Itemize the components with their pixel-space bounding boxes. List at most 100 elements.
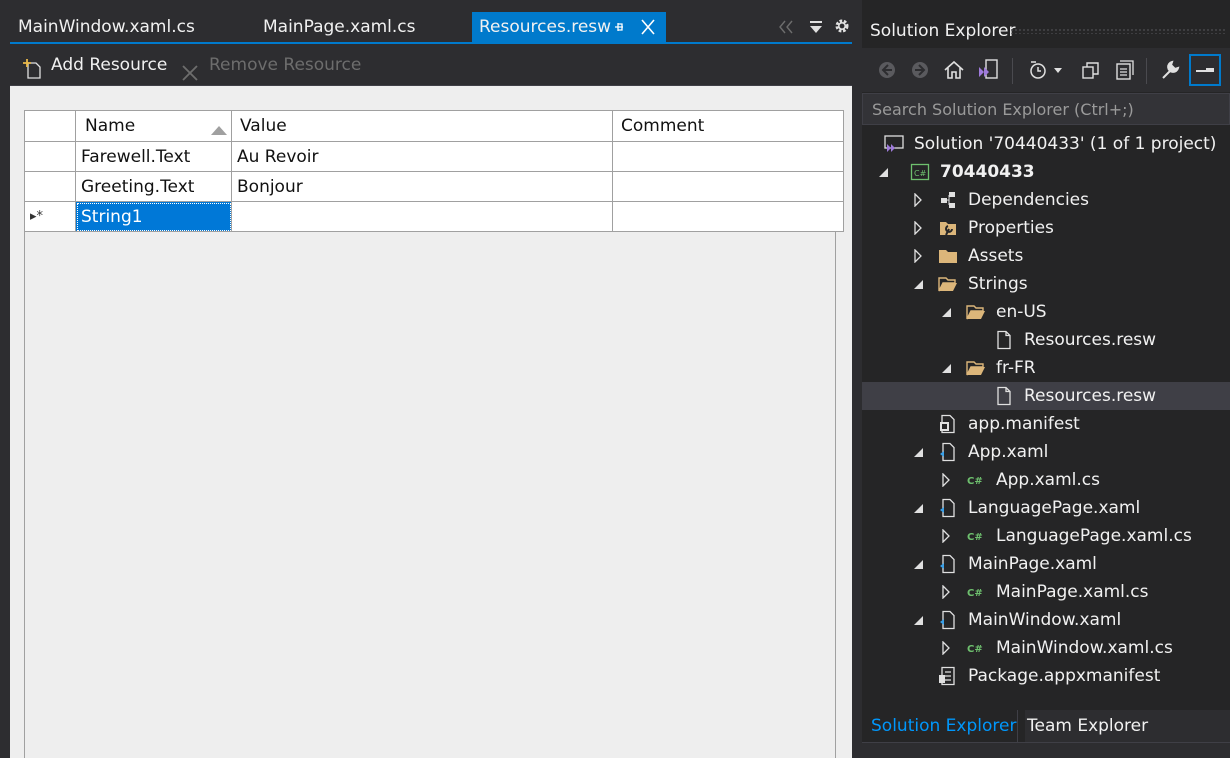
sort-ascending-icon: [211, 120, 227, 140]
folder-open-icon: [938, 274, 958, 294]
tree-item[interactable]: Resources.resw: [862, 326, 1230, 354]
tree-item-label: Package.appxmanifest: [968, 666, 1161, 686]
table-row-new[interactable]: ▸* String1: [24, 201, 844, 232]
switch-views-icon[interactable]: [974, 56, 1002, 84]
wrench-properties-icon[interactable]: [1156, 56, 1184, 84]
svg-text:C#: C#: [967, 588, 983, 599]
expanded-arrow-icon[interactable]: [911, 270, 925, 298]
expanded-arrow-icon[interactable]: [911, 438, 925, 466]
tree-item[interactable]: Assets: [862, 242, 1230, 270]
comment-cell[interactable]: [612, 201, 844, 232]
tab-solution-explorer[interactable]: Solution Explorer: [862, 710, 1026, 742]
tree-item[interactable]: App.xaml: [862, 438, 1230, 466]
tree-item-label: 70440433: [940, 162, 1035, 182]
package-manifest-icon: [938, 666, 958, 686]
tree-item[interactable]: LanguagePage.xaml: [862, 494, 1230, 522]
csharp-file-icon: C#: [966, 526, 986, 546]
tree-item[interactable]: app.manifest: [862, 410, 1230, 438]
row-header[interactable]: [24, 171, 76, 202]
solution-explorer-title: Solution Explorer: [870, 21, 1016, 41]
table-row[interactable]: Farewell.Text Au Revoir: [24, 141, 844, 172]
title-grip[interactable]: [1010, 28, 1226, 34]
tree-item-label: Assets: [968, 246, 1024, 266]
back-icon[interactable]: [873, 56, 901, 84]
tree-item-label: app.manifest: [968, 414, 1080, 434]
collapsed-arrow-icon[interactable]: [939, 578, 953, 606]
column-header-value[interactable]: Value: [231, 110, 613, 142]
name-cell[interactable]: Greeting.Text: [75, 171, 232, 202]
tree-item[interactable]: C# MainWindow.xaml.cs: [862, 634, 1230, 662]
tree-item[interactable]: C# LanguagePage.xaml.cs: [862, 522, 1230, 550]
expanded-arrow-icon[interactable]: [939, 354, 953, 382]
svg-text:C#: C#: [914, 169, 927, 178]
tree-item[interactable]: Strings: [862, 270, 1230, 298]
value-cell[interactable]: Bonjour: [231, 171, 613, 202]
show-all-files-icon[interactable]: [1110, 56, 1138, 84]
collapsed-arrow-icon[interactable]: [939, 634, 953, 662]
tree-item-label: Resources.resw: [1024, 330, 1157, 350]
tree-item[interactable]: Resources.resw: [862, 382, 1230, 410]
preview-selected-items-icon[interactable]: [1189, 54, 1221, 86]
solution-explorer-search[interactable]: [862, 93, 1230, 125]
column-header-name[interactable]: Name: [75, 110, 232, 142]
column-header-label: Value: [240, 116, 287, 136]
sync-with-active-document-icon[interactable]: [1077, 56, 1105, 84]
row-header-new-marker[interactable]: ▸*: [24, 201, 76, 232]
column-header-label: Name: [85, 116, 136, 136]
gear-icon[interactable]: [833, 17, 851, 40]
tab-mainwindow-xaml-cs[interactable]: MainWindow.xaml.cs: [18, 12, 195, 42]
comment-cell[interactable]: [612, 171, 844, 202]
tab-resources-resw[interactable]: Resources.resw: [472, 12, 666, 42]
name-cell-editing[interactable]: String1: [75, 201, 232, 232]
expanded-arrow-icon[interactable]: [876, 158, 890, 186]
scroll-tabs-left-icon[interactable]: [777, 18, 795, 41]
resource-grid: Name Value Comment Farewell.Text Au Revo…: [24, 110, 844, 232]
table-row[interactable]: Greeting.Text Bonjour: [24, 171, 844, 202]
grid-header-row: Name Value Comment: [24, 110, 844, 142]
tree-item[interactable]: C# 70440433: [862, 158, 1230, 186]
collapsed-arrow-icon[interactable]: [939, 466, 953, 494]
tree-item[interactable]: MainPage.xaml: [862, 550, 1230, 578]
tree-item[interactable]: en-US: [862, 298, 1230, 326]
tree-item-label: App.xaml: [968, 442, 1049, 462]
expanded-arrow-icon[interactable]: [939, 298, 953, 326]
home-icon[interactable]: [940, 56, 968, 84]
tree-item-label: Dependencies: [968, 190, 1089, 210]
expanded-arrow-icon[interactable]: [911, 550, 925, 578]
collapsed-arrow-icon[interactable]: [939, 522, 953, 550]
tree-item[interactable]: Dependencies: [862, 186, 1230, 214]
comment-cell[interactable]: [612, 141, 844, 172]
tab-mainpage-xaml-cs[interactable]: MainPage.xaml.cs: [263, 12, 416, 42]
collapsed-arrow-icon[interactable]: [911, 214, 925, 242]
tab-list-dropdown-icon[interactable]: [807, 18, 825, 41]
tab-label: Team Explorer: [1027, 716, 1149, 736]
solution-tree: Solution '70440433' (1 of 1 project) C# 70…: [862, 130, 1230, 700]
toolbar-separator: [1012, 58, 1013, 84]
column-header-comment[interactable]: Comment: [612, 110, 844, 142]
collapsed-arrow-icon[interactable]: [911, 186, 925, 214]
new-row-marker-icon: ▸*: [30, 209, 44, 224]
tab-team-explorer[interactable]: Team Explorer: [1017, 710, 1157, 742]
tree-item[interactable]: Solution '70440433' (1 of 1 project): [862, 130, 1230, 158]
folder-icon: [938, 246, 958, 266]
tree-item[interactable]: fr-FR: [862, 354, 1230, 382]
panel-splitter[interactable]: [852, 0, 862, 758]
search-input[interactable]: [863, 94, 1229, 124]
value-cell[interactable]: [231, 201, 613, 232]
tree-item[interactable]: C# MainPage.xaml.cs: [862, 578, 1230, 606]
tree-item[interactable]: Package.appxmanifest: [862, 662, 1230, 690]
row-header[interactable]: [24, 141, 76, 172]
bottom-tab-strip: Solution Explorer Team Explorer: [862, 710, 1230, 742]
tab-label: MainWindow.xaml.cs: [18, 17, 195, 37]
expanded-arrow-icon[interactable]: [911, 606, 925, 634]
tree-item[interactable]: Properties: [862, 214, 1230, 242]
expanded-arrow-icon[interactable]: [911, 494, 925, 522]
name-cell[interactable]: Farewell.Text: [75, 141, 232, 172]
pending-changes-filter-icon[interactable]: [1025, 56, 1053, 84]
chevron-down-icon[interactable]: [1051, 56, 1065, 84]
value-cell[interactable]: Au Revoir: [231, 141, 613, 172]
forward-icon[interactable]: [906, 56, 934, 84]
tree-item[interactable]: C# App.xaml.cs: [862, 466, 1230, 494]
tree-item[interactable]: MainWindow.xaml: [862, 606, 1230, 634]
collapsed-arrow-icon[interactable]: [911, 242, 925, 270]
